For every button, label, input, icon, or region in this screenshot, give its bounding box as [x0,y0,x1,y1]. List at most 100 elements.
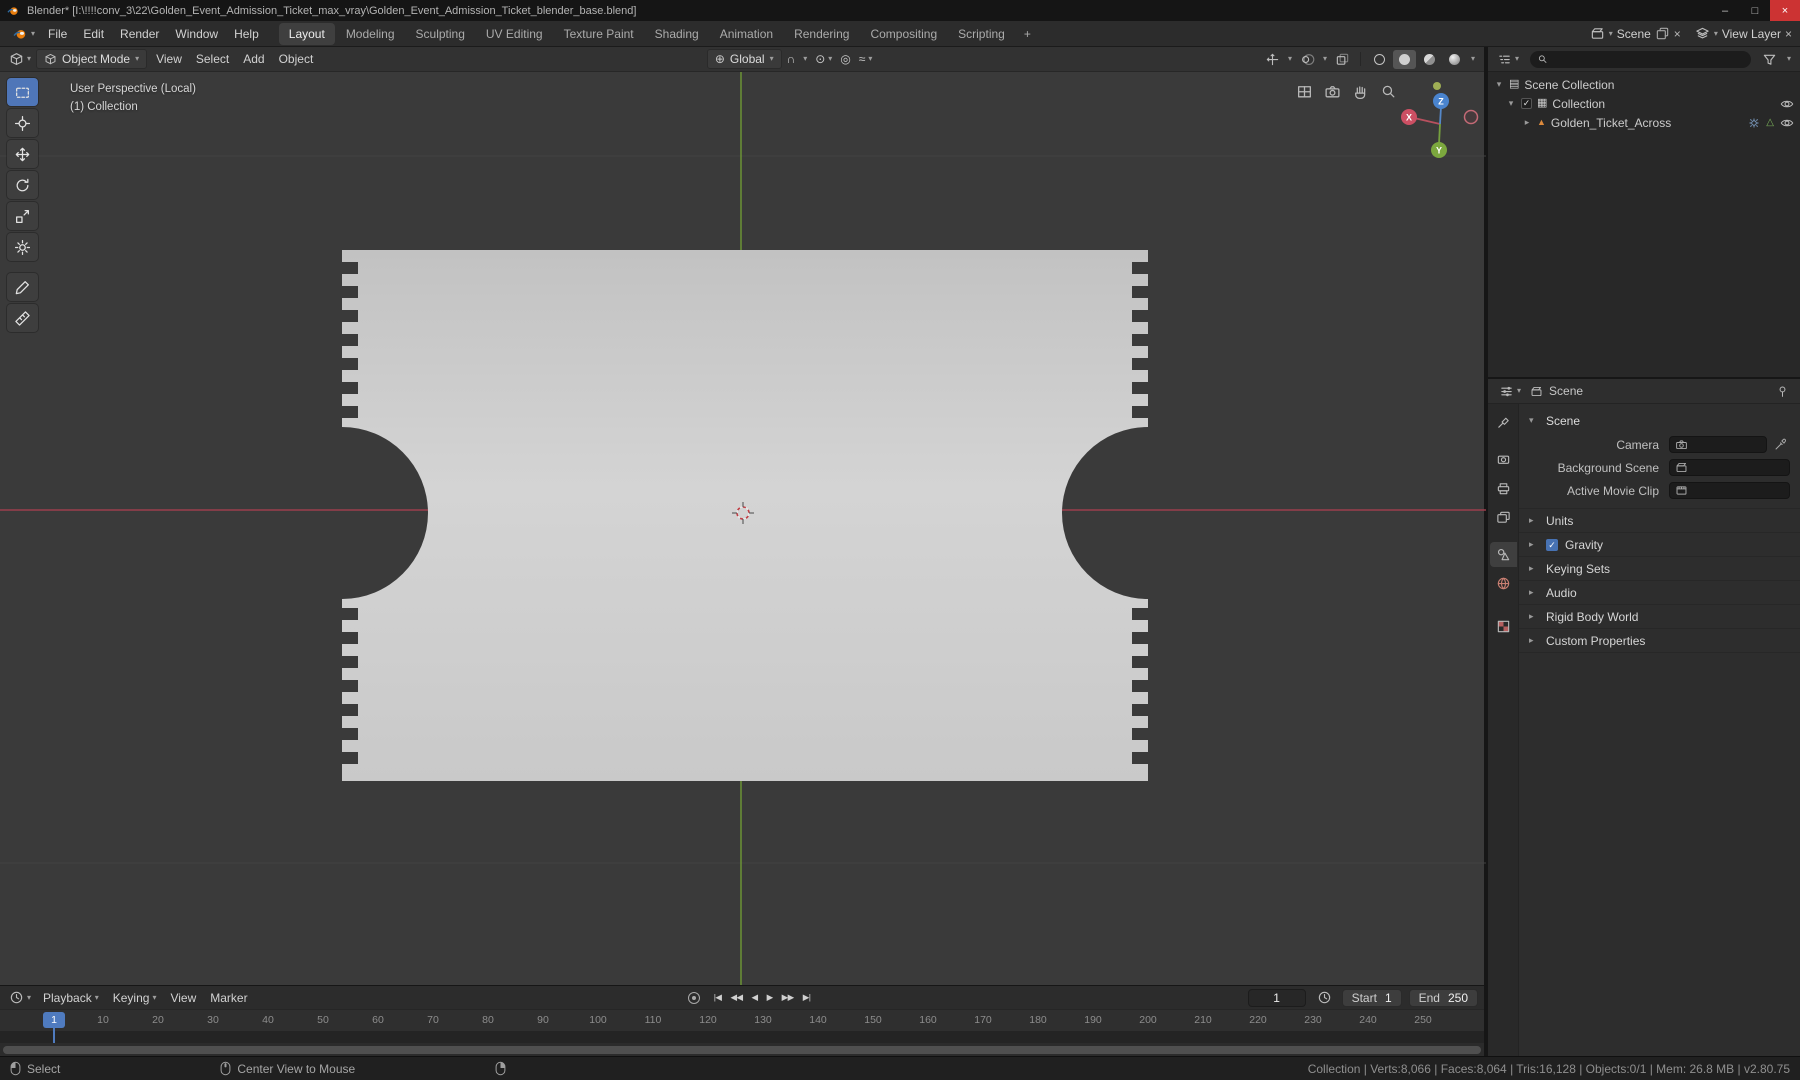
item-label[interactable]: Collection [1552,97,1605,111]
vp-menu-add[interactable]: Add [236,49,271,69]
ticket-mesh[interactable] [342,250,1148,781]
section-audio[interactable]: ▸ Audio [1519,580,1800,604]
gizmos-dropdown[interactable]: ▾ [1285,53,1295,65]
shading-wireframe-button[interactable] [1368,50,1391,69]
tab-sculpting[interactable]: Sculpting [406,23,475,45]
shading-material-button[interactable] [1418,50,1441,69]
snap-toggle[interactable]: ∩ [784,51,799,67]
orientation-dropdown[interactable]: ⊕ Global ▾ [706,49,782,69]
next-keyframe-button[interactable]: ▶▶ [778,989,798,1006]
jump-to-end-button[interactable]: ▶| [799,989,815,1006]
outliner-search-input[interactable] [1553,52,1744,66]
expand-icon[interactable]: ▾ [1506,98,1516,109]
pan-view-button[interactable] [1352,83,1369,100]
outliner-options-dropdown[interactable]: ▾ [1784,53,1794,65]
tl-menu-view[interactable]: View [163,988,203,1008]
tab-render[interactable] [1490,447,1517,472]
tool-move[interactable] [7,140,38,168]
tool-cursor[interactable] [7,109,38,137]
play-button[interactable]: ▶ [763,989,777,1006]
movie-clip-picker[interactable] [1669,482,1790,499]
new-scene-button[interactable] [1655,26,1670,41]
mode-dropdown[interactable]: Object Mode ▾ [36,49,148,69]
outliner-row-golden-ticket[interactable]: ▸ ▲ Golden_Ticket_Across △ [1488,113,1800,132]
gizmo-negative-x-axis[interactable] [1463,109,1479,125]
shading-solid-button[interactable] [1392,49,1416,69]
pivot-point-dropdown[interactable]: ⊙ ▾ [812,51,835,67]
minimize-button[interactable]: – [1710,0,1740,21]
item-label[interactable]: Golden_Ticket_Across [1551,116,1671,130]
auto-keying-toggle[interactable] [687,991,700,1004]
navigation-gizmo[interactable]: X Z Y [1390,91,1482,163]
section-custom-properties[interactable]: ▸ Custom Properties [1519,628,1800,652]
tool-measure[interactable] [7,304,38,332]
outliner-row-scene-collection[interactable]: ▾ ▤ Scene Collection [1488,75,1800,94]
jump-to-start-button[interactable]: |◀ [710,989,726,1006]
timeline-editor-type-button[interactable]: ▾ [6,988,34,1007]
snap-settings-dropdown[interactable]: ▾ [800,53,810,65]
shading-dropdown[interactable]: ▾ [1468,53,1478,65]
outliner-search[interactable] [1530,50,1751,68]
filter-button[interactable] [1759,50,1780,69]
frame-end-field[interactable]: End 250 [1408,988,1479,1007]
prev-keyframe-button[interactable]: ◀◀ [726,989,746,1006]
tool-scale[interactable] [7,202,38,230]
show-overlays-toggle[interactable] [1297,50,1318,69]
section-gravity[interactable]: ▸ ✓ Gravity [1519,532,1800,556]
perspective-toggle-button[interactable] [1296,83,1313,100]
section-units[interactable]: ▸ Units [1519,508,1800,532]
current-frame-marker[interactable]: 1 [43,1012,65,1028]
viewport-canvas[interactable] [0,72,1486,985]
outliner-editor-type-button[interactable]: ▾ [1494,50,1522,69]
show-gizmos-toggle[interactable] [1262,50,1283,69]
preview-range-toggle[interactable] [1314,988,1335,1007]
hide-in-viewport-toggle[interactable] [1780,97,1794,111]
tab-tool[interactable] [1490,410,1517,435]
tool-transform[interactable] [7,233,38,261]
shading-rendered-button[interactable] [1443,50,1466,69]
play-reverse-button[interactable]: ◀ [748,989,762,1006]
current-frame-field[interactable]: 1 [1247,988,1306,1007]
tab-layout[interactable]: Layout [278,22,335,45]
menu-file[interactable]: File [40,23,75,45]
tl-menu-keying[interactable]: Keying ▾ [106,988,164,1008]
tl-menu-marker[interactable]: Marker [203,988,254,1008]
tab-shading[interactable]: Shading [645,23,709,45]
3d-viewport[interactable]: ▾ Object Mode ▾ View Select Add Object ⊕ Gl… [0,47,1486,985]
tab-world[interactable] [1490,571,1517,596]
menu-help[interactable]: Help [226,23,267,45]
tab-texture-paint[interactable]: Texture Paint [554,23,644,45]
tool-annotate[interactable] [7,273,38,301]
eyedropper-button[interactable] [1770,436,1790,453]
tab-uv-editing[interactable]: UV Editing [476,23,553,45]
add-workspace-button[interactable]: + [1016,23,1039,45]
expand-icon[interactable]: ▾ [1494,79,1504,90]
tab-scripting[interactable]: Scripting [948,23,1015,45]
tab-modeling[interactable]: Modeling [336,23,405,45]
vp-menu-select[interactable]: Select [189,49,236,69]
tab-texture[interactable] [1490,614,1517,639]
timeline-scrollbar[interactable] [0,1043,1484,1057]
tab-animation[interactable]: Animation [710,23,783,45]
tab-scene[interactable] [1489,542,1517,567]
properties-editor-type-button[interactable]: ▾ [1496,382,1524,401]
camera-view-button[interactable] [1324,83,1341,100]
outliner-row-collection[interactable]: ▾ ✓ ▦ Collection [1488,94,1800,113]
view-layer-selector[interactable]: ▾ View Layer × [1695,26,1792,41]
pin-button[interactable] [1773,383,1792,400]
tool-box-select[interactable] [7,78,38,106]
tab-rendering[interactable]: Rendering [784,23,859,45]
maximize-button[interactable]: □ [1740,0,1770,21]
collapse-icon[interactable]: ▸ [1522,117,1532,128]
background-scene-picker[interactable] [1669,459,1790,476]
hide-in-viewport-toggle[interactable] [1780,116,1794,130]
unlink-scene-button[interactable]: × [1674,27,1681,41]
tl-menu-playback[interactable]: Playback ▾ [36,988,106,1008]
frame-start-field[interactable]: Start 1 [1341,988,1402,1007]
proportional-editing-toggle[interactable]: ◎ [837,51,853,67]
item-label[interactable]: Scene Collection [1524,78,1614,92]
section-rigid-body-world[interactable]: ▸ Rigid Body World [1519,604,1800,628]
falloff-dropdown[interactable]: ≈ ▾ [856,51,876,67]
camera-picker[interactable] [1669,436,1767,453]
editor-type-button[interactable]: ▾ [6,50,34,69]
